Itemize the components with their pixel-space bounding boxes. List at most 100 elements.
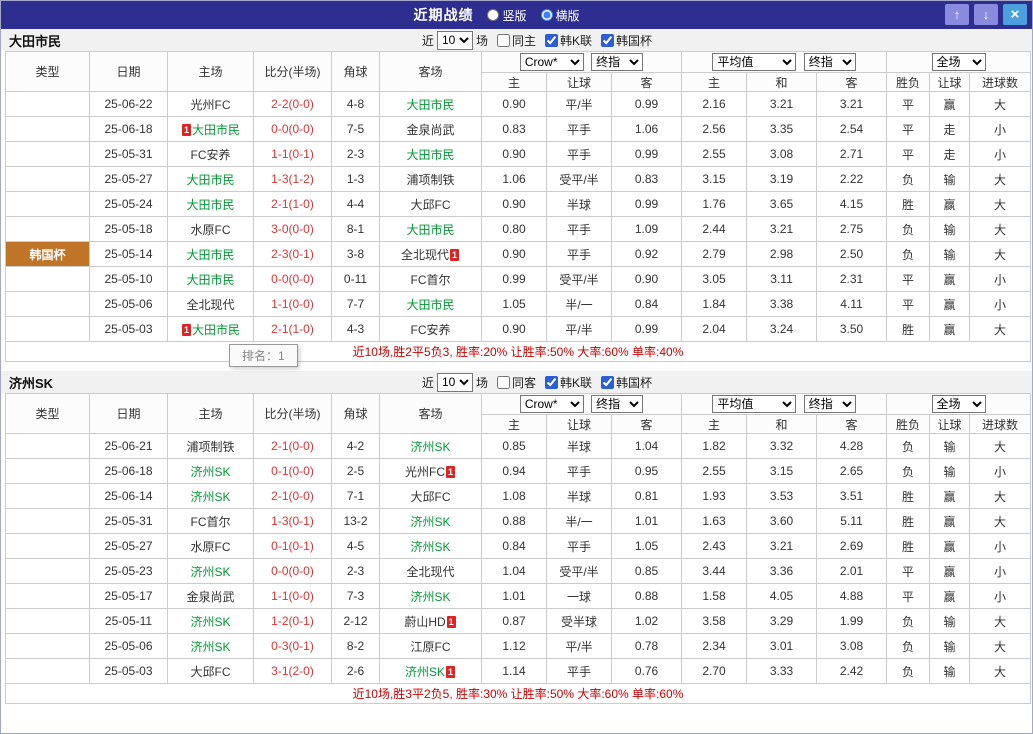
date-cell: 25-06-21 [89,433,168,459]
cup-filter[interactable]: 韩国杯 [600,32,652,49]
away-team-cell: 大田市民 [379,141,482,167]
avg-away-cell: 3.51 [816,483,888,509]
full-match-select[interactable]: 全场 [931,53,986,71]
sub-header-result: 胜负 [886,414,931,434]
handicap-result-cell: 赢 [929,316,971,342]
down-arrow-icon: ↓ [982,7,990,22]
match-count-select[interactable]: 10 [436,30,473,50]
match-row: 韩K联 25-05-03 1 大田市民 2-1(1-0) 4-3 FC安养 0.90 平/半 0.… [5,316,1032,342]
away-team-name: 济州SK [410,514,451,529]
final-odds-select-2[interactable]: 终指 [803,395,856,413]
score-cell: 1-3(0-1) [253,508,332,534]
same-venue-checkbox[interactable] [496,375,510,389]
avg-away-cell: 4.15 [816,191,888,217]
cup-filter[interactable]: 韩国杯 [600,374,652,391]
handicap-result-cell: 输 [929,241,971,267]
result-cell: 胜 [886,316,931,342]
col-header-home: 主场 [167,393,254,434]
kleague-label: 韩K联 [559,375,592,390]
corners-cell: 0-11 [331,266,380,292]
kleague-checkbox[interactable] [544,375,558,389]
final-odds-select-2[interactable]: 终指 [803,53,856,71]
rank-badge[interactable]: 1 [450,248,460,261]
away-odds-cell: 1.01 [610,508,683,534]
away-team-name: 大田市民 [406,97,455,112]
rank-badge[interactable]: 1 [181,323,191,336]
result-cell: 平 [886,291,931,317]
rank-badge[interactable]: 1 [446,615,456,628]
result-cell: 负 [886,608,931,634]
kleague-checkbox[interactable] [544,33,558,47]
col-header-type: 类型 [5,51,90,92]
sub-header-avg-home: 主 [681,72,748,92]
handicap-cell: 平/半 [546,633,612,659]
corners-cell: 13-2 [331,508,380,534]
avg-away-cell: 2.31 [816,266,888,292]
cup-checkbox[interactable] [600,375,614,389]
vertical-view-radio[interactable] [487,9,500,21]
home-odds-cell: 0.94 [481,458,547,484]
recent-results-window: 近期战绩 竖版 横版 ↑ ↓ × 大田市民 近 10 场 同主 韩K联 韩国杯 … [0,0,1033,734]
score-cell: 2-3(0-1) [253,241,332,267]
col-header-date: 日期 [89,393,168,434]
sub-header-handicap: 让球 [546,72,612,92]
away-team-cell: 大田市民 [379,216,482,242]
rank-badge[interactable]: 1 [445,465,455,478]
home-odds-cell: 0.90 [481,316,547,342]
home-team-cell: 大田市民 [167,241,254,267]
avg-away-cell: 2.69 [816,533,888,559]
kleague-filter[interactable]: 韩K联 [544,374,592,391]
away-odds-cell: 0.92 [610,241,683,267]
view-option-horizontal[interactable]: 横版 [540,7,580,24]
horizontal-view-radio[interactable] [540,9,553,21]
home-odds-cell: 1.08 [481,483,547,509]
home-team-name: 光州FC [190,97,231,112]
handicap-result-cell: 输 [929,216,971,242]
match-row: 韩K联 25-05-18 水原FC 3-0(0-0) 8-1 大田市民 0.80 平手 1.09… [5,216,1032,242]
same-venue-filter[interactable]: 同客 [496,374,536,391]
avg-draw-cell: 3.29 [746,608,818,634]
full-match-select[interactable]: 全场 [931,395,986,413]
average-select[interactable]: 平均值 [712,53,797,71]
home-team-cell: 金泉尚武 [167,583,254,609]
league-type-cell: 韩K联 [5,191,90,217]
goals-cell: 大 [969,433,1032,459]
kleague-filter[interactable]: 韩K联 [544,32,592,49]
home-team-cell: 大田市民 [167,166,254,192]
final-odds-select[interactable]: 终指 [591,395,644,413]
result-cell: 胜 [886,483,931,509]
date-cell: 25-06-14 [89,483,168,509]
date-cell: 25-05-14 [89,241,168,267]
league-type-cell: 韩K联 [5,91,90,117]
col-header-home: 主场 [167,51,254,92]
goals-cell: 大 [969,166,1032,192]
kleague-label: 韩K联 [559,33,592,48]
match-row: 韩K联 25-05-23 济州SK 0-0(0-0) 2-3 全北现代 1.04 受平/半 0.… [5,558,1032,584]
away-odds-cell: 0.85 [610,558,683,584]
scroll-down-button[interactable]: ↓ [974,4,998,25]
same-venue-filter[interactable]: 同主 [496,32,536,49]
average-select[interactable]: 平均值 [712,395,797,413]
away-odds-cell: 0.99 [610,316,683,342]
close-button[interactable]: × [1003,4,1027,25]
rank-badge[interactable]: 1 [181,123,191,136]
avg-home-cell: 1.58 [681,583,748,609]
score-cell: 0-1(0-0) [253,458,332,484]
handicap-result-cell: 赢 [929,558,971,584]
handicap-cell: 平手 [546,658,612,684]
handicap-cell: 平/半 [546,91,612,117]
avg-away-cell: 2.75 [816,216,888,242]
cup-checkbox[interactable] [600,33,614,47]
avg-draw-cell: 3.01 [746,633,818,659]
date-cell: 25-05-31 [89,508,168,534]
final-odds-select[interactable]: 终指 [591,53,644,71]
avg-home-cell: 2.79 [681,241,748,267]
view-option-vertical[interactable]: 竖版 [487,7,527,24]
bookmaker-select[interactable]: Crow* [519,53,584,71]
rank-badge[interactable]: 1 [446,665,456,678]
match-count-select[interactable]: 10 [436,372,473,392]
scroll-up-button[interactable]: ↑ [945,4,969,25]
same-venue-checkbox[interactable] [496,33,510,47]
bookmaker-select[interactable]: Crow* [519,395,584,413]
away-team-cell: 江原FC [379,633,482,659]
